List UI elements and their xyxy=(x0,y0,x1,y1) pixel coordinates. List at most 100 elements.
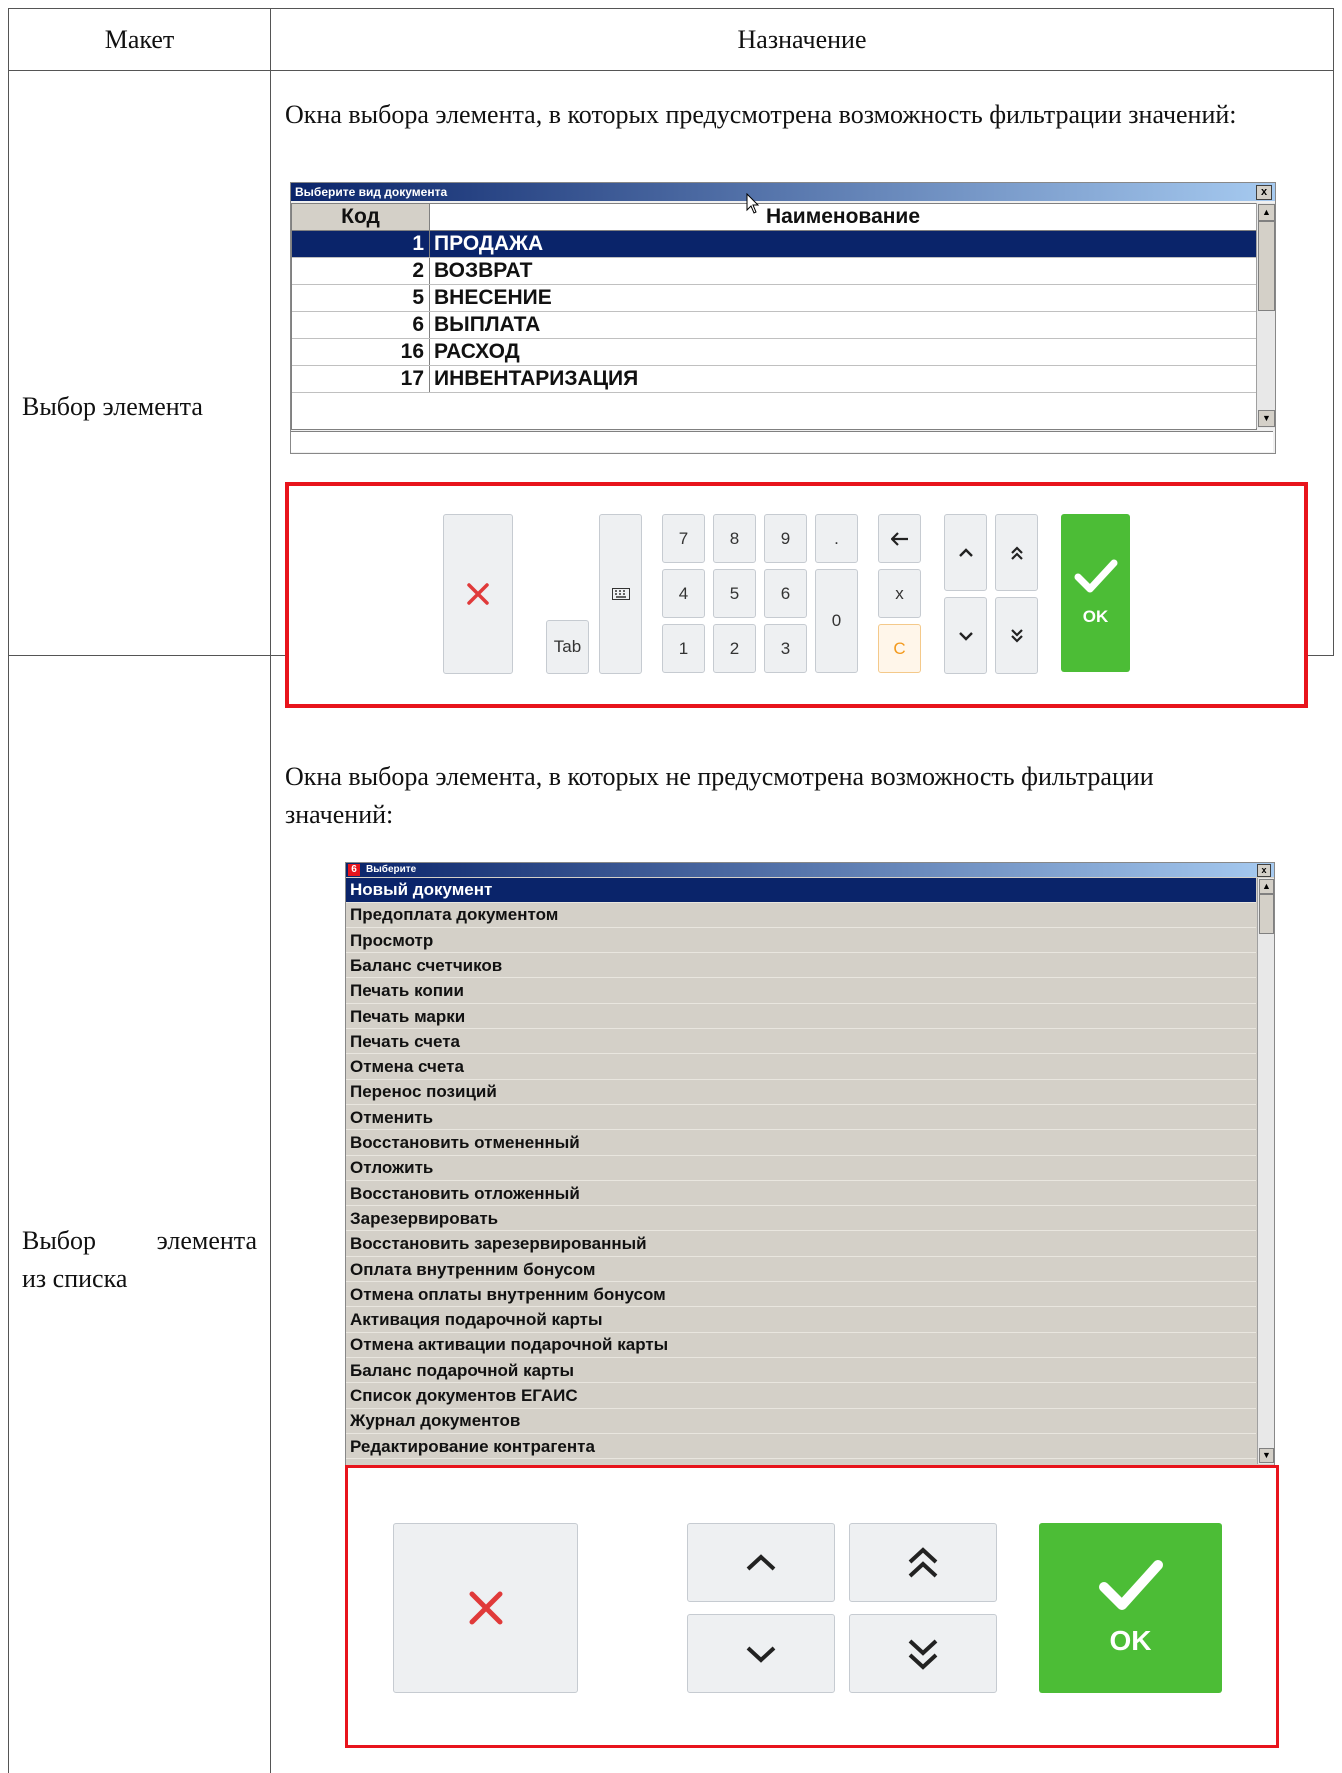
key-7[interactable]: 7 xyxy=(662,514,705,563)
table-row[interactable]: 1 ПРОДАЖА xyxy=(292,231,1256,258)
page-up-button[interactable] xyxy=(849,1523,997,1602)
clear-button[interactable]: C xyxy=(878,624,921,673)
keyboard-icon xyxy=(611,588,630,600)
list-item[interactable]: Отменить xyxy=(346,1106,1256,1131)
tab-key[interactable]: Tab xyxy=(546,620,589,674)
window-title: Выберите xyxy=(366,864,417,875)
filter-input[interactable] xyxy=(291,431,1273,452)
up-button[interactable] xyxy=(944,514,987,591)
list-item[interactable]: Восстановить отмененный xyxy=(346,1131,1256,1156)
key-9[interactable]: 9 xyxy=(764,514,807,563)
double-chevron-up-icon xyxy=(908,1546,938,1577)
chevron-down-icon xyxy=(746,1646,776,1663)
list-item[interactable]: Журнал документов xyxy=(346,1409,1256,1434)
checkmark-icon xyxy=(1074,559,1117,593)
list-item[interactable]: Печать марки xyxy=(346,1005,1256,1029)
table-row[interactable]: 16 РАСХОД xyxy=(292,339,1256,366)
list-item[interactable]: Оплата внутренним бонусом xyxy=(346,1258,1256,1282)
page-down-button[interactable] xyxy=(849,1614,997,1693)
section2-label-word2: элемента xyxy=(156,1226,257,1255)
down-button[interactable] xyxy=(944,597,987,674)
row-code: 16 xyxy=(400,340,424,363)
list-item[interactable]: Отмена оплаты внутренним бонусом xyxy=(346,1283,1256,1308)
header-purpose: Назначение xyxy=(737,24,867,54)
list-item[interactable]: Редактирование контрагента xyxy=(346,1435,1256,1460)
scroll-down-button[interactable]: ▼ xyxy=(1258,410,1275,427)
double-chevron-down-icon xyxy=(1010,628,1023,643)
scroll-thumb[interactable] xyxy=(1258,221,1275,311)
document-type-window: Выберите вид документа x Код Наименовани… xyxy=(290,182,1276,454)
scroll-up-button[interactable]: ▲ xyxy=(1259,879,1274,894)
column-header-code[interactable]: Код xyxy=(292,204,430,230)
list-item[interactable]: Список документов ЕГАИС xyxy=(346,1384,1256,1409)
list-item[interactable]: Печать копии xyxy=(346,979,1256,1004)
key-8[interactable]: 8 xyxy=(713,514,756,563)
cancel-button[interactable] xyxy=(393,1523,578,1693)
scroll-thumb[interactable] xyxy=(1259,894,1274,934)
page-down-button[interactable] xyxy=(995,597,1038,674)
section1-label: Выбор элемента xyxy=(22,392,203,421)
list-item[interactable]: Восстановить зарезервированный xyxy=(346,1232,1256,1257)
list-item[interactable]: Печать счета xyxy=(346,1030,1256,1055)
ok-label: OK xyxy=(1109,1625,1152,1656)
backspace-button[interactable] xyxy=(878,514,921,563)
scroll-down-button[interactable]: ▼ xyxy=(1259,1448,1274,1463)
page-up-button[interactable] xyxy=(995,514,1038,591)
table-row[interactable]: 6 ВЫПЛАТА xyxy=(292,312,1256,339)
list-item[interactable]: Новый документ xyxy=(346,878,1256,903)
list-item[interactable]: Активация подарочной карты xyxy=(346,1308,1256,1333)
key-5[interactable]: 5 xyxy=(713,569,756,618)
cancel-icon xyxy=(469,1591,502,1625)
virtual-keypad-frame: Tab 7 8 9 . 4 5 6 1 2 3 0 x C OK xyxy=(285,482,1308,708)
list-item[interactable]: Отложить xyxy=(346,1156,1256,1181)
table-border-left xyxy=(8,8,9,1773)
down-button[interactable] xyxy=(687,1614,835,1693)
list-item[interactable]: Отмена счета xyxy=(346,1055,1256,1080)
key-3[interactable]: 3 xyxy=(764,624,807,673)
row-code: 2 xyxy=(412,259,424,282)
row-name: ВНЕСЕНИЕ xyxy=(434,286,552,309)
double-chevron-down-icon xyxy=(908,1639,938,1670)
table-row[interactable]: 2 ВОЗВРАТ xyxy=(292,258,1256,285)
section2-intro: Окна выбора элемента, в которых не преду… xyxy=(285,762,1154,829)
cancel-icon xyxy=(467,583,489,605)
section2-label-line2: из списка xyxy=(22,1264,128,1293)
ok-label: OK xyxy=(1082,607,1109,626)
list-item[interactable]: Предоплата документом xyxy=(346,903,1256,928)
list-scrollbar[interactable]: ▲ ▼ xyxy=(1257,878,1274,1464)
list-item[interactable]: Перенос позиций xyxy=(346,1080,1256,1105)
list-item[interactable]: Баланс подарочной карты xyxy=(346,1359,1256,1384)
key-dot[interactable]: . xyxy=(815,514,858,563)
grid-scrollbar[interactable]: ▲ ▼ xyxy=(1256,203,1275,428)
table-header-divider xyxy=(8,70,1334,71)
list-item[interactable]: Баланс счетчиков xyxy=(346,954,1256,979)
chevron-up-icon xyxy=(746,1553,776,1570)
scroll-up-button[interactable]: ▲ xyxy=(1258,204,1275,221)
window-titlebar: 6 Выберите x xyxy=(346,863,1274,877)
close-button[interactable]: x xyxy=(1257,864,1271,877)
list-item[interactable]: Отмена активации подарочной карты xyxy=(346,1333,1256,1358)
cancel-button[interactable] xyxy=(443,514,513,674)
multiply-key[interactable]: x xyxy=(878,569,921,618)
key-4[interactable]: 4 xyxy=(662,569,705,618)
column-header-name[interactable]: Наименование xyxy=(430,204,1256,230)
up-button[interactable] xyxy=(687,1523,835,1602)
list-item[interactable]: Восстановить отложенный xyxy=(346,1182,1256,1207)
key-0[interactable]: 0 xyxy=(815,569,858,673)
ok-button[interactable]: OK xyxy=(1061,514,1130,672)
chevron-up-icon xyxy=(958,547,973,557)
ok-button[interactable]: OK xyxy=(1039,1523,1222,1693)
key-6[interactable]: 6 xyxy=(764,569,807,618)
row-code: 5 xyxy=(412,286,424,309)
list-item[interactable]: Просмотр xyxy=(346,929,1256,954)
section1-intro: Окна выбора элемента, в которых предусмо… xyxy=(285,100,1237,129)
chevron-down-icon xyxy=(958,631,973,641)
table-row[interactable]: 5 ВНЕСЕНИЕ xyxy=(292,285,1256,312)
key-2[interactable]: 2 xyxy=(713,624,756,673)
table-row[interactable]: 17 ИНВЕНТАРИЗАЦИЯ xyxy=(292,366,1256,393)
window-titlebar: Выберите вид документа x xyxy=(291,183,1275,201)
close-button[interactable]: x xyxy=(1256,185,1272,200)
list-item[interactable]: Зарезервировать xyxy=(346,1207,1256,1232)
key-1[interactable]: 1 xyxy=(662,624,705,673)
keyboard-toggle-button[interactable] xyxy=(599,514,642,674)
